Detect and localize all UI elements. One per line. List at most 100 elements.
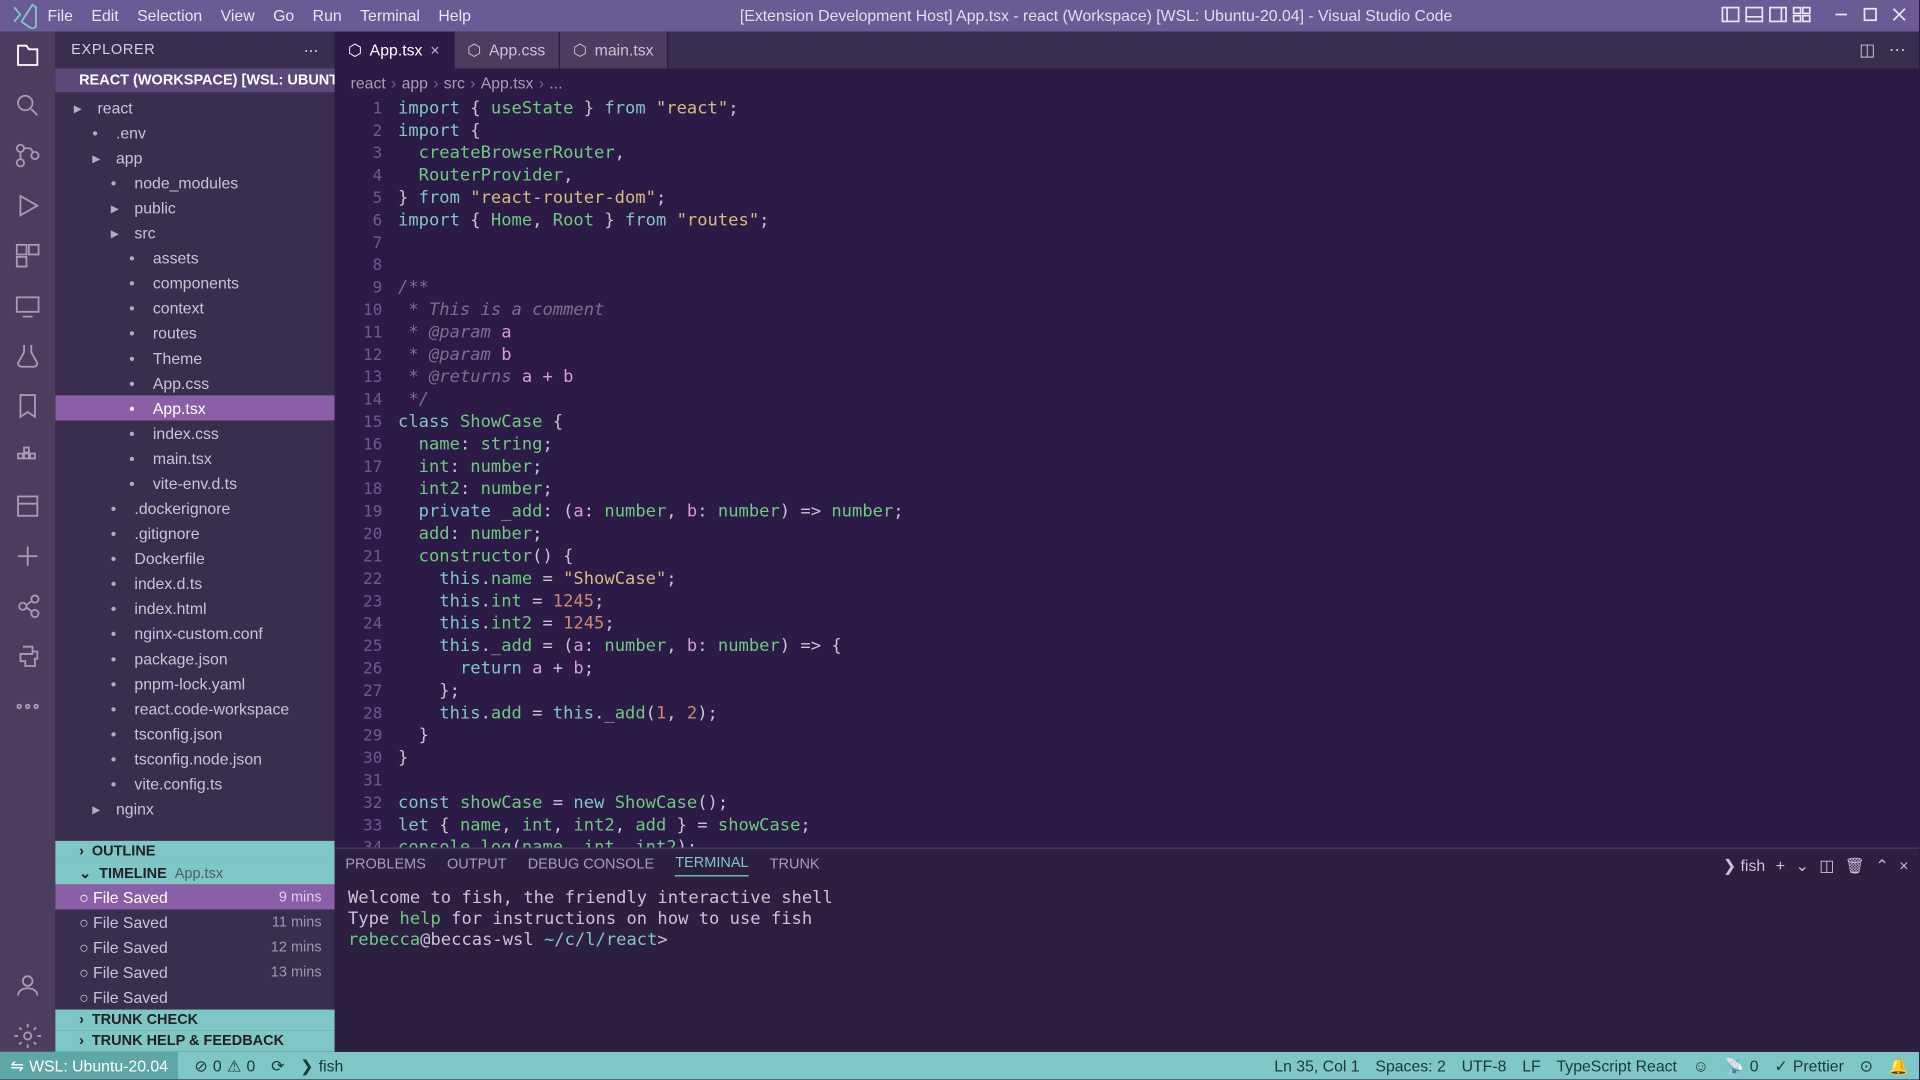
close-icon[interactable] <box>1890 5 1908 27</box>
timeline-item[interactable]: ○ File Saved13 mins <box>55 960 334 985</box>
tree-item[interactable]: •.dockerignore <box>55 496 334 521</box>
timeline-item[interactable]: ○ File Saved9 mins <box>55 884 334 909</box>
bell-icon[interactable]: 🔔 <box>1889 1056 1909 1074</box>
terminal[interactable]: Welcome to fish, the friendly interactiv… <box>335 883 1919 1052</box>
tree-item[interactable]: •routes <box>55 320 334 345</box>
gear-icon[interactable] <box>12 1020 44 1052</box>
panel-tab-debug-console[interactable]: DEBUG CONSOLE <box>528 856 654 876</box>
testing-icon[interactable] <box>12 340 44 372</box>
remote-explorer-icon[interactable] <box>12 290 44 322</box>
account-icon[interactable] <box>12 970 44 1002</box>
code-editor[interactable]: 1234567891011121314151617181920212223242… <box>335 98 1919 848</box>
cursor-position[interactable]: Ln 35, Col 1 <box>1274 1056 1359 1074</box>
breadcrumb-segment[interactable]: react <box>351 74 386 92</box>
workspace-header[interactable]: REACT (WORKSPACE) [WSL: UBUNTU-20... <box>55 69 334 93</box>
chevron-down-icon[interactable]: ⌄ <box>1795 857 1808 875</box>
editor-tab[interactable]: ⬡App.tsx× <box>335 32 454 69</box>
breadcrumb[interactable]: react›app›src›App.tsx›... <box>335 69 1919 98</box>
project-manager-icon[interactable] <box>12 490 44 522</box>
panel-left-icon[interactable] <box>1721 5 1739 27</box>
tree-item[interactable]: •vite.config.ts <box>55 771 334 796</box>
overflow-icon[interactable] <box>12 691 44 723</box>
problems-indicator[interactable]: ⊘0 ⚠0 <box>194 1056 255 1074</box>
tree-item[interactable]: •react.code-workspace <box>55 696 334 721</box>
tree-item[interactable]: •index.css <box>55 420 334 445</box>
tree-item[interactable]: •.gitignore <box>55 521 334 546</box>
bookmarks-icon[interactable] <box>12 390 44 422</box>
tree-item[interactable]: •index.html <box>55 596 334 621</box>
tree-item[interactable]: ▸app <box>55 145 334 170</box>
editor-tab[interactable]: ⬡App.css <box>454 32 560 69</box>
python-icon[interactable] <box>12 641 44 673</box>
tree-item[interactable]: •vite-env.d.ts <box>55 471 334 496</box>
split-editor-icon[interactable]: ◫ <box>1859 40 1875 61</box>
language-mode[interactable]: TypeScript React <box>1556 1056 1676 1074</box>
panel-tab-problems[interactable]: PROBLEMS <box>345 856 426 876</box>
menu-run[interactable]: Run <box>313 7 342 25</box>
tree-item[interactable]: •assets <box>55 245 334 270</box>
layout-grid-icon[interactable] <box>1792 5 1810 27</box>
tree-item[interactable]: •App.css <box>55 370 334 395</box>
tree-item[interactable]: •Dockerfile <box>55 546 334 571</box>
tree-item[interactable]: •package.json <box>55 646 334 671</box>
tree-item[interactable]: ▸react <box>55 95 334 120</box>
trunk-help-section[interactable]: › TRUNK HELP & FEEDBACK <box>55 1031 334 1052</box>
status-shell[interactable]: ❯ fish <box>300 1056 343 1074</box>
tree-item[interactable]: ▸src <box>55 220 334 245</box>
trash-icon[interactable]: 🗑 <box>1845 857 1865 875</box>
close-tab-icon[interactable]: × <box>430 41 439 59</box>
menu-view[interactable]: View <box>221 7 255 25</box>
menu-edit[interactable]: Edit <box>91 7 118 25</box>
timeline-item[interactable]: ○ File Saved12 mins <box>55 934 334 959</box>
new-terminal-icon[interactable]: + <box>1776 857 1785 875</box>
split-terminal-icon[interactable]: ◫ <box>1819 857 1834 875</box>
breadcrumb-segment[interactable]: app <box>402 74 428 92</box>
trunk-check-section[interactable]: › TRUNK CHECK <box>55 1010 334 1031</box>
tree-item[interactable]: •pnpm-lock.yaml <box>55 671 334 696</box>
tree-item[interactable]: •tsconfig.node.json <box>55 746 334 771</box>
menu-help[interactable]: Help <box>438 7 471 25</box>
menu-go[interactable]: Go <box>273 7 294 25</box>
menu-terminal[interactable]: Terminal <box>360 7 420 25</box>
maximize-panel-icon[interactable]: ⌃ <box>1875 857 1888 875</box>
minimize-icon[interactable] <box>1832 5 1850 27</box>
extensions-icon[interactable] <box>12 240 44 272</box>
tree-item[interactable]: •.env <box>55 120 334 145</box>
shell-name[interactable]: ❯ fish <box>1723 857 1765 875</box>
tree-item[interactable]: ▸nginx <box>55 796 334 821</box>
more-icon[interactable]: ⋯ <box>1889 40 1906 61</box>
tree-item[interactable]: •node_modules <box>55 170 334 195</box>
go-live-icon[interactable]: ⊙ <box>1860 1056 1873 1074</box>
run-debug-icon[interactable] <box>12 190 44 222</box>
trunk-icon[interactable] <box>12 540 44 572</box>
tree-item[interactable]: •index.d.ts <box>55 571 334 596</box>
remote-indicator[interactable]: ⇋ WSL: Ubuntu-20.04 <box>0 1052 179 1080</box>
prettier-status[interactable]: ✓Prettier <box>1774 1056 1844 1074</box>
panel-tab-trunk[interactable]: TRUNK <box>770 856 820 876</box>
timeline-section[interactable]: ⌄ TIMELINE App.tsx <box>55 862 334 884</box>
tree-item[interactable]: •App.tsx <box>55 395 334 420</box>
encoding[interactable]: UTF-8 <box>1462 1056 1507 1074</box>
timeline-item[interactable]: ○ File Saved11 mins <box>55 909 334 934</box>
panel-tab-output[interactable]: OUTPUT <box>447 856 507 876</box>
menu-file[interactable]: File <box>47 7 72 25</box>
menu-selection[interactable]: Selection <box>137 7 202 25</box>
close-panel-icon[interactable]: × <box>1899 857 1908 875</box>
ports[interactable]: 📡0 <box>1725 1056 1759 1074</box>
timeline-item[interactable]: ○ File Saved <box>55 985 334 1010</box>
editor-tab[interactable]: ⬡main.tsx <box>560 32 668 69</box>
code-area[interactable]: import { useState } from "react";import … <box>393 98 1919 848</box>
live-share-icon[interactable] <box>12 590 44 622</box>
tree-item[interactable]: ▸public <box>55 195 334 220</box>
explorer-icon[interactable] <box>12 40 44 72</box>
tree-item[interactable]: •components <box>55 270 334 295</box>
panel-tab-terminal[interactable]: TERMINAL <box>675 855 748 876</box>
panel-bottom-icon[interactable] <box>1745 5 1763 27</box>
breadcrumb-segment[interactable]: src <box>444 74 465 92</box>
tree-item[interactable]: •tsconfig.json <box>55 721 334 746</box>
search-icon[interactable] <box>12 90 44 122</box>
tree-item[interactable]: •nginx-custom.conf <box>55 621 334 646</box>
eol[interactable]: LF <box>1522 1056 1540 1074</box>
panel-right-icon[interactable] <box>1769 5 1787 27</box>
tree-item[interactable]: •Theme <box>55 345 334 370</box>
